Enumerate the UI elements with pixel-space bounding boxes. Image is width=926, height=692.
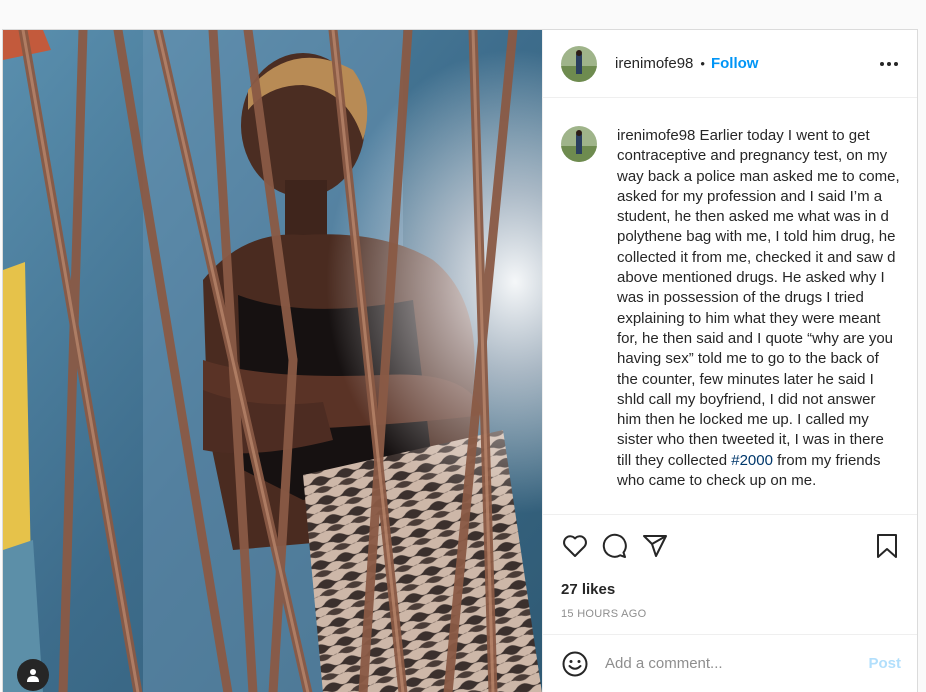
comment-input[interactable] [605,655,869,672]
share-button[interactable] [641,532,669,560]
post-photo[interactable] [3,30,542,692]
comment-box: Post [543,634,917,692]
post-sidebar: irenimofe98 • Follow irenimofe98 Earlier… [542,30,917,692]
action-bar [543,514,917,576]
avatar-image [561,45,597,82]
comment-icon [602,533,627,558]
header-username[interactable]: irenimofe98 [615,55,693,72]
photo-image [3,30,542,692]
paper-plane-icon [643,534,667,557]
caption-text: irenimofe98 Earlier today I went to get … [617,126,901,514]
caption-body: Earlier today I went to get contraceptiv… [617,127,900,469]
post-comment-button[interactable]: Post [868,655,901,672]
comment-button[interactable] [601,532,629,560]
post-container: irenimofe98 • Follow irenimofe98 Earlier… [2,29,918,692]
user-tag-button[interactable] [17,659,49,691]
user-tag-icon [27,669,39,682]
post-header: irenimofe98 • Follow [543,30,917,98]
more-options-icon [880,61,898,66]
caption-area: irenimofe98 Earlier today I went to get … [543,98,917,514]
post-timestamp[interactable]: 15 HOURS AGO [543,604,917,624]
likes-count[interactable]: 27 likes [543,578,917,602]
avatar-image [561,126,597,162]
avatar[interactable] [561,45,597,82]
caption-avatar[interactable] [561,126,597,162]
save-button[interactable] [873,532,901,560]
header-separator: • [700,56,705,71]
smiley-icon [562,651,588,676]
bookmark-icon [877,533,897,558]
heart-icon [563,534,587,557]
more-options-button[interactable] [877,52,901,76]
emoji-button[interactable] [561,650,589,678]
like-button[interactable] [561,532,589,560]
caption-username[interactable]: irenimofe98 [617,127,695,144]
caption-hashtag[interactable]: #2000 [731,452,773,469]
follow-button[interactable]: Follow [711,55,759,72]
